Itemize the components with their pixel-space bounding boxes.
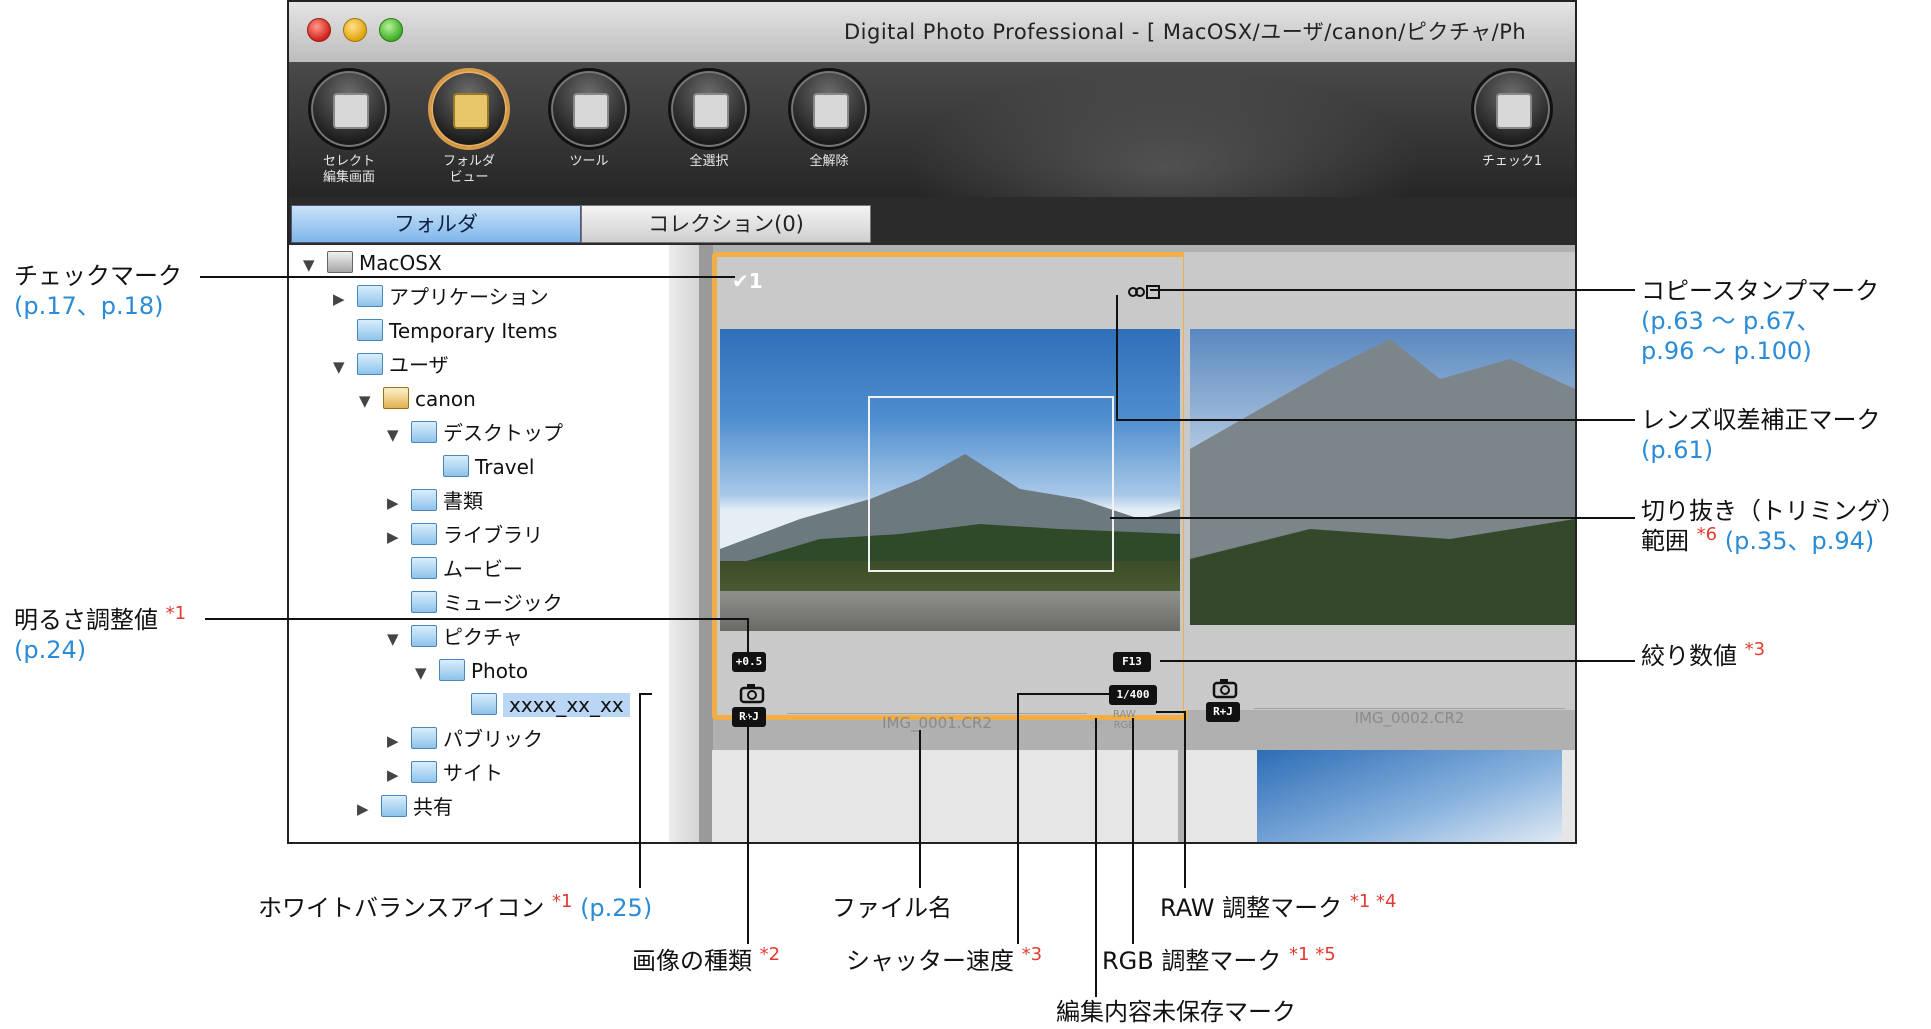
- annotation-white-balance: ホワイトバランスアイコン *1 (p.25): [258, 891, 653, 923]
- deselect-all-icon: [813, 93, 849, 129]
- check-mark-icon: [1496, 93, 1532, 129]
- folder-view-button[interactable]: フォルダ ビュー: [419, 68, 519, 186]
- check1-button[interactable]: チェック1: [1462, 68, 1562, 170]
- annotation-image-type: 画像の種類 *2: [632, 944, 781, 976]
- folder-view-icon: [453, 93, 489, 129]
- annotation-brightness: 明るさ調整値 *1 (p.24): [14, 603, 187, 665]
- annotation-rgb: RGB 調整マーク *1 *5: [1102, 944, 1336, 976]
- tool-icon: [573, 93, 609, 129]
- annotation-file-name: ファイル名: [832, 894, 952, 922]
- select-all-button[interactable]: 全選択: [659, 68, 759, 170]
- edit-icon: [333, 93, 369, 129]
- tool-button[interactable]: ツール: [539, 68, 639, 170]
- annotation-raw: RAW 調整マーク *1 *4: [1160, 891, 1397, 923]
- annotation-check-mark: チェックマーク (p.17、p.18): [14, 262, 182, 320]
- annotation-lens: レンズ収差補正マーク (p.61): [1641, 406, 1881, 464]
- annotation-shutter: シャッター速度 *3: [846, 944, 1043, 976]
- select-all-icon: [693, 93, 729, 129]
- deselect-all-button[interactable]: 全解除: [779, 68, 879, 170]
- annotation-unsaved: 編集内容未保存マーク: [1056, 998, 1296, 1026]
- select-edit-button[interactable]: セレクト 編集画面: [299, 68, 399, 186]
- annotation-copy-stamp: コピースタンプマーク (p.63 ～ p.67、 p.96 ～ p.100): [1641, 277, 1880, 365]
- annotation-crop: 切り抜き（トリミング） 範囲 *6 (p.35、p.94): [1641, 497, 1905, 555]
- annotation-aperture: 絞り数値 *3: [1641, 639, 1766, 671]
